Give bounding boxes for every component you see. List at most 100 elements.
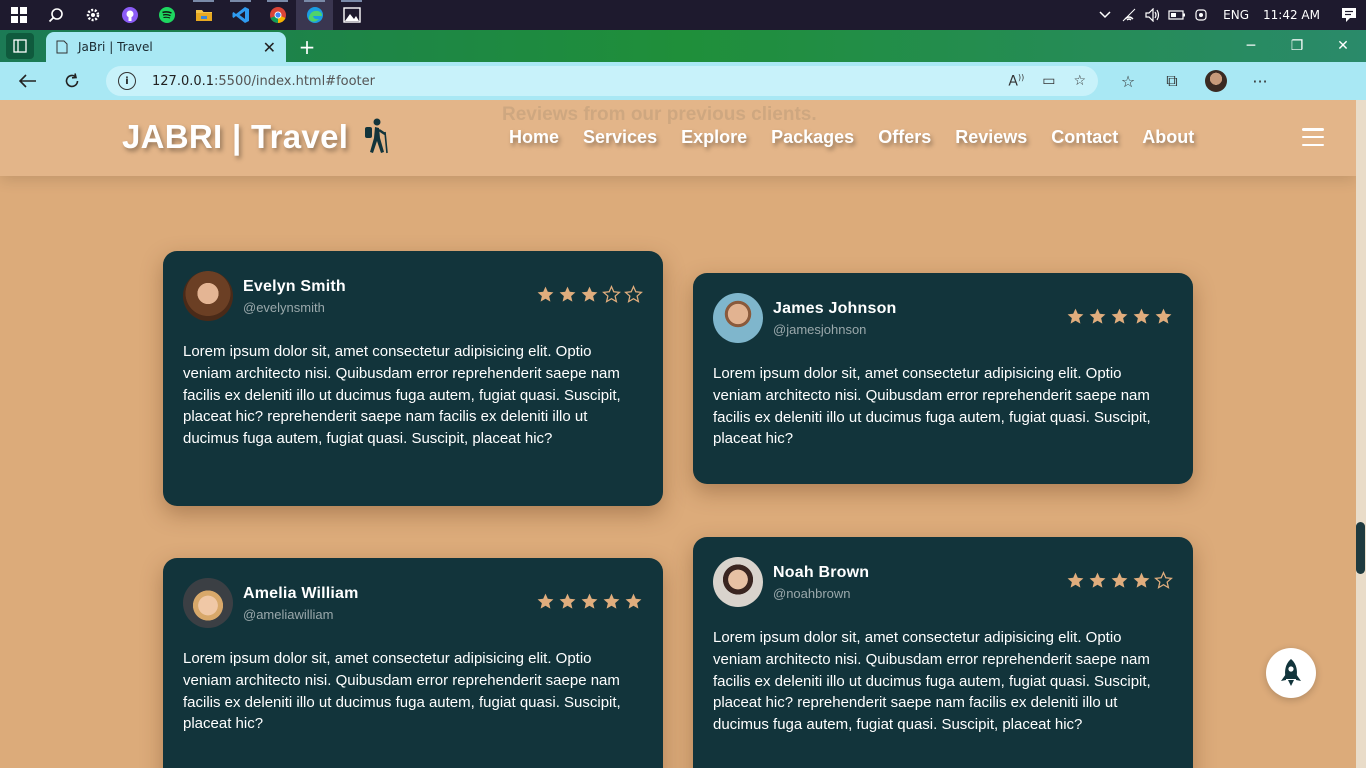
star-filled-icon: [1111, 572, 1128, 588]
windows-start-icon[interactable]: [0, 0, 37, 30]
section-heading-overlay: Reviews from our previous clients.: [502, 104, 817, 125]
star-filled-icon: [1067, 572, 1084, 588]
star-filled-icon: [1111, 308, 1128, 324]
github-desktop-icon[interactable]: [111, 0, 148, 30]
reviewer-name: James Johnson: [773, 299, 897, 317]
site-info-icon[interactable]: i: [118, 72, 136, 90]
address-bar[interactable]: i 127.0.0.1 :5500/index.html#footer A)) …: [106, 66, 1098, 96]
site-header: Reviews from our previous clients. JABRI…: [0, 100, 1356, 176]
browser-extras: ☆ ⧉ ···: [1106, 62, 1282, 100]
star-filled-icon: [581, 593, 598, 609]
restore-icon[interactable]: ❐: [1274, 30, 1320, 62]
nav-about[interactable]: About: [1142, 127, 1194, 148]
nav-offers[interactable]: Offers: [878, 127, 931, 148]
reviewer-handle: @jamesjohnson: [773, 321, 867, 337]
nav-explore[interactable]: Explore: [681, 127, 747, 148]
star-empty-icon: [602, 284, 621, 303]
search-icon[interactable]: [37, 0, 74, 30]
avatar: [183, 578, 233, 628]
star-rating: [536, 284, 643, 304]
minimize-icon[interactable]: ─: [1228, 30, 1274, 62]
star-filled-icon: [625, 593, 642, 609]
star-rating: [1066, 570, 1173, 590]
rocket-icon: [1281, 659, 1301, 686]
add-favorite-icon[interactable]: ☆: [1073, 73, 1086, 90]
star-filled-icon: [1089, 572, 1106, 588]
address-bar-actions: A)) ▭ ☆: [1008, 73, 1086, 90]
scrollbar-thumb[interactable]: [1356, 522, 1365, 574]
input-language[interactable]: ENG: [1213, 8, 1259, 22]
nav-packages[interactable]: Packages: [771, 127, 854, 148]
reviewer-name: Amelia William: [243, 584, 359, 602]
camera-privacy-icon[interactable]: [1189, 0, 1213, 30]
url-host: 127.0.0.1: [152, 73, 215, 89]
more-options-icon[interactable]: ···: [1238, 62, 1282, 100]
wifi-icon[interactable]: [1117, 0, 1141, 30]
review-card: James Johnson @jamesjohnson Lorem ipsum …: [693, 273, 1193, 484]
page-scrollbar[interactable]: [1356, 100, 1366, 768]
review-card: Amelia William @ameliawilliam Lorem ipsu…: [163, 558, 663, 768]
window-controls: ─ ❐ ✕: [1228, 30, 1366, 62]
avatar: [713, 293, 763, 343]
review-card: Evelyn Smith @evelynsmith Lorem ipsum do…: [163, 251, 663, 506]
main-nav: Home Services Explore Packages Offers Re…: [509, 127, 1194, 148]
page-favicon-icon: [56, 40, 68, 54]
browser-toolbar: i 127.0.0.1 :5500/index.html#footer A)) …: [0, 62, 1366, 100]
close-window-icon[interactable]: ✕: [1320, 30, 1366, 62]
star-filled-icon: [581, 286, 598, 302]
chrome-icon[interactable]: [259, 0, 296, 30]
battery-icon[interactable]: [1165, 0, 1189, 30]
favorites-icon[interactable]: ☆: [1106, 62, 1150, 100]
reviewer-handle: @evelynsmith: [243, 299, 325, 315]
star-empty-icon: [624, 284, 643, 303]
tab-close-icon[interactable]: ✕: [263, 38, 276, 57]
reviewer-name: Noah Brown: [773, 563, 870, 581]
star-filled-icon: [1067, 308, 1084, 324]
collections-icon[interactable]: ⧉: [1150, 62, 1194, 100]
star-filled-icon: [559, 593, 576, 609]
reviewer-handle: @noahbrown: [773, 585, 851, 601]
new-tab-button[interactable]: +: [290, 32, 324, 62]
immersive-reader-icon[interactable]: ▭: [1042, 73, 1055, 90]
settings-gear-icon[interactable]: [74, 0, 111, 30]
arrow-left-icon: [19, 74, 36, 88]
back-button[interactable]: [6, 62, 50, 100]
tab-jabri-travel[interactable]: JaBri | Travel ✕: [46, 32, 286, 62]
system-clock[interactable]: 11:42 AM: [1259, 8, 1332, 22]
reviewer-name: Evelyn Smith: [243, 277, 346, 295]
star-filled-icon: [1133, 572, 1150, 588]
site-logo[interactable]: JABRI | Travel: [122, 118, 348, 156]
refresh-button[interactable]: [50, 62, 94, 100]
read-aloud-icon[interactable]: A)): [1008, 73, 1024, 90]
avatar: [713, 557, 763, 607]
chevron-up-icon[interactable]: [1093, 0, 1117, 30]
nav-services[interactable]: Services: [583, 127, 657, 148]
star-filled-icon: [559, 286, 576, 302]
star-rating: [1066, 307, 1173, 326]
tab-actions-menu[interactable]: [0, 30, 40, 62]
nav-home[interactable]: Home: [509, 127, 559, 148]
nav-contact[interactable]: Contact: [1051, 127, 1118, 148]
edge-icon[interactable]: [296, 0, 333, 30]
photos-icon[interactable]: [333, 0, 370, 30]
scroll-to-top-button[interactable]: [1266, 648, 1316, 698]
file-explorer-icon[interactable]: [185, 0, 222, 30]
reviewer-handle: @ameliawilliam: [243, 606, 334, 622]
review-card: Noah Brown @noahbrown Lorem ipsum dolor …: [693, 537, 1193, 768]
hamburger-menu-icon[interactable]: [1302, 128, 1324, 146]
notification-center-icon[interactable]: [1332, 0, 1366, 30]
star-filled-icon: [537, 593, 554, 609]
profile-button[interactable]: [1194, 62, 1238, 100]
review-text: Lorem ipsum dolor sit, amet consectetur …: [713, 365, 1151, 448]
browser-tab-strip: JaBri | Travel ✕ + ─ ❐ ✕: [0, 30, 1366, 62]
star-empty-icon: [1154, 570, 1173, 589]
volume-icon[interactable]: [1141, 0, 1165, 30]
vscode-icon[interactable]: [222, 0, 259, 30]
spotify-icon[interactable]: [148, 0, 185, 30]
star-filled-icon: [537, 286, 554, 302]
windows-taskbar: ENG 11:42 AM: [0, 0, 1366, 30]
nav-reviews[interactable]: Reviews: [955, 127, 1027, 148]
star-filled-icon: [1155, 308, 1172, 324]
url-path: :5500/index.html#footer: [214, 73, 376, 89]
hiker-icon: [365, 118, 388, 154]
